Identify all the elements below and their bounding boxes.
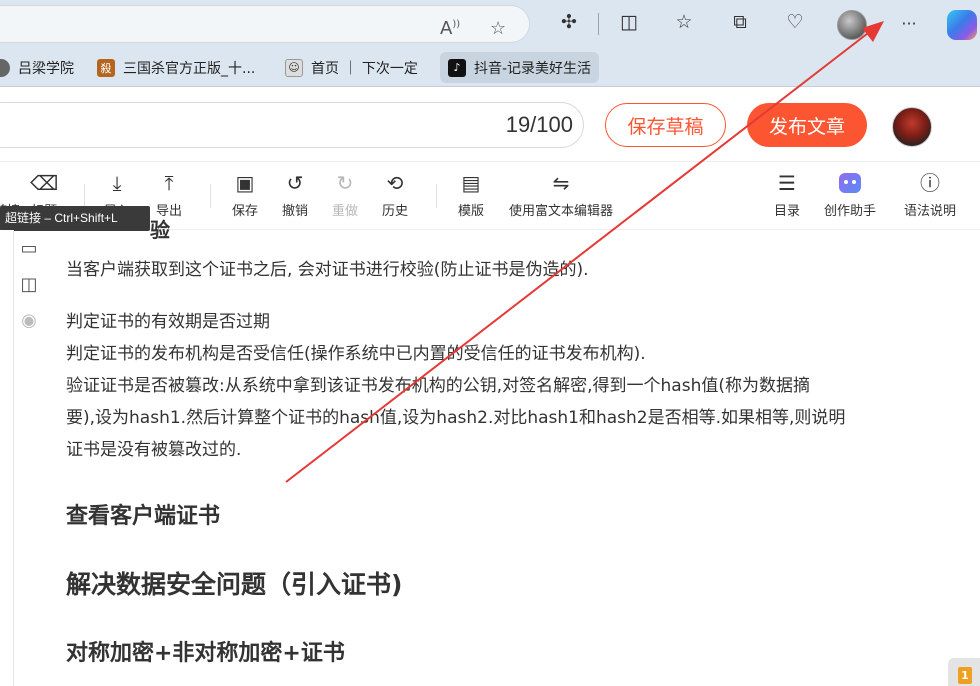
bookmark-douyin[interactable]: ♪ 抖音-记录美好生活 [440,52,600,83]
tool-label: 撤销 [282,204,309,219]
download-icon: ⤓ [112,171,122,195]
read-aloud-icon[interactable]: A)) [440,18,460,39]
tool-label: 保存 [232,204,259,219]
paragraph: 证书是没有被篡改过的. [66,440,242,460]
list-icon: ☰ [778,171,796,195]
rich-text-editor-button[interactable]: ⇋ 使用富文本编辑器 [509,170,613,219]
address-bar[interactable]: A)) ☆ [0,5,530,43]
tool-label: 模版 [458,204,485,219]
redo-icon: ↻ [336,171,354,195]
template-button[interactable]: ▤ 模版 [458,170,484,219]
toolbar-divider [436,184,437,208]
copilot-icon[interactable] [947,10,977,40]
bookmark-label: 三国杀官方正版_十... [123,60,256,77]
cartoon-avatar-icon: ☺ [285,58,303,77]
toc-button[interactable]: ☰ 目录 [774,170,800,219]
collections-icon[interactable]: ⧉ [727,11,753,33]
browser-profile-avatar[interactable] [837,10,867,40]
upload-icon: ⤒ [164,171,174,195]
export-button[interactable]: ⤒ 导出 [156,170,182,219]
switch-icon: ⇋ [552,171,570,195]
bookmark-lvliang[interactable]: 吕梁学院 [0,48,74,87]
paragraph: 要),设为hash1.然后计算整个证书的hash值,设为hash2.对比hash… [66,408,846,428]
bookmark-sanguosha[interactable]: 殺 三国杀官方正版_十... [97,48,255,87]
publish-button[interactable]: 发布文章 [747,103,867,147]
heading-view-client-cert: 查看客户端证书 [66,504,221,529]
save-icon: ▣ [235,171,255,195]
undo-button[interactable]: ↺ 撤销 [282,170,308,219]
tool-label: 创作助手 [824,204,877,219]
ai-assistant-button[interactable]: 创作助手 [824,170,876,219]
undo-icon: ↺ [286,171,304,195]
badge-count: 1 [958,667,972,684]
browser-essentials-icon[interactable]: ♡ [782,11,808,33]
tool-label: 重做 [332,204,359,219]
tiktok-icon: ♪ [448,58,466,77]
more-options-icon[interactable]: ··· [896,14,922,33]
left-rail [0,230,14,686]
notification-badge[interactable]: 1 [948,658,980,686]
eraser-icon: ⌫ [30,171,59,195]
puzzle-icon[interactable]: ✣ [556,11,582,33]
avatar[interactable] [892,107,932,147]
paragraph: 验证证书是否被篡改:从系统中拿到该证书发布机构的公钥,对签名解密,得到一个has… [66,376,810,396]
sanguosha-icon: 殺 [97,58,115,77]
title-counter: 19/100 [505,112,573,137]
redo-button[interactable]: ↻ 重做 [332,170,358,219]
tool-label: 使用富文本编辑器 [509,204,614,219]
bookmark-label: 抖音-记录美好生活 [474,60,592,77]
grammar-help-button[interactable]: ⓘ 语法说明 [904,170,956,219]
bookmark-label: 吕梁学院 [18,60,74,77]
heading-encryption: 对称加密+非对称加密+证书 [66,641,345,666]
paragraph: 当客户端获取到这个证书之后, 会对证书进行校验(防止证书是伪造的). [66,260,589,280]
favorites-list-icon[interactable]: ☆ [671,11,697,33]
tool-label: 目录 [774,204,801,219]
help-icon: ⓘ [920,171,940,195]
split-view-icon[interactable]: ◫ [16,274,42,295]
tool-label: 历史 [382,204,409,219]
save-button[interactable]: ▣ 保存 [232,170,258,219]
history-button[interactable]: ⟲ 历史 [382,170,408,219]
panel-icon[interactable]: ▭ [16,238,42,259]
hyperlink-tooltip: 超链接 – Ctrl+Shift+L [0,206,150,231]
tool-label: 语法说明 [904,204,957,219]
template-icon: ▤ [461,171,481,195]
history-icon: ⟲ [386,171,404,195]
title-input[interactable]: 19/100 [0,102,584,148]
globe-icon [0,58,10,77]
bookmark-label: 首页 ｜ 下次一定 [311,60,418,77]
split-screen-icon[interactable]: ◫ [616,11,642,33]
robot-icon [839,173,861,193]
toolbar-divider [84,184,85,208]
toolbar-divider [210,184,211,208]
toolbar-divider [598,13,599,35]
eye-icon[interactable]: ◉ [16,310,42,331]
bookmark-home[interactable]: ☺ 首页 ｜ 下次一定 [285,48,418,87]
paragraph: 判定证书的发布机构是否受信任(操作系统中已内置的受信任的证书发布机构). [66,344,646,364]
save-draft-button[interactable]: 保存草稿 [605,103,726,147]
bookmarks-bar: 吕梁学院 殺 三国杀官方正版_十... ☺ 首页 ｜ 下次一定 ♪ 抖音-记录美… [0,48,980,87]
partial-heading: 验 [150,218,170,242]
browser-toolbar: A)) ☆ ✣ ◫ ☆ ⧉ ♡ ··· [0,0,980,48]
star-icon[interactable]: ☆ [490,18,506,39]
paragraph: 判定证书的有效期是否过期 [66,312,270,332]
heading-data-security: 解决数据安全问题（引入证书) [66,570,403,599]
editor-header: 19/100 保存草稿 发布文章 [0,87,980,162]
